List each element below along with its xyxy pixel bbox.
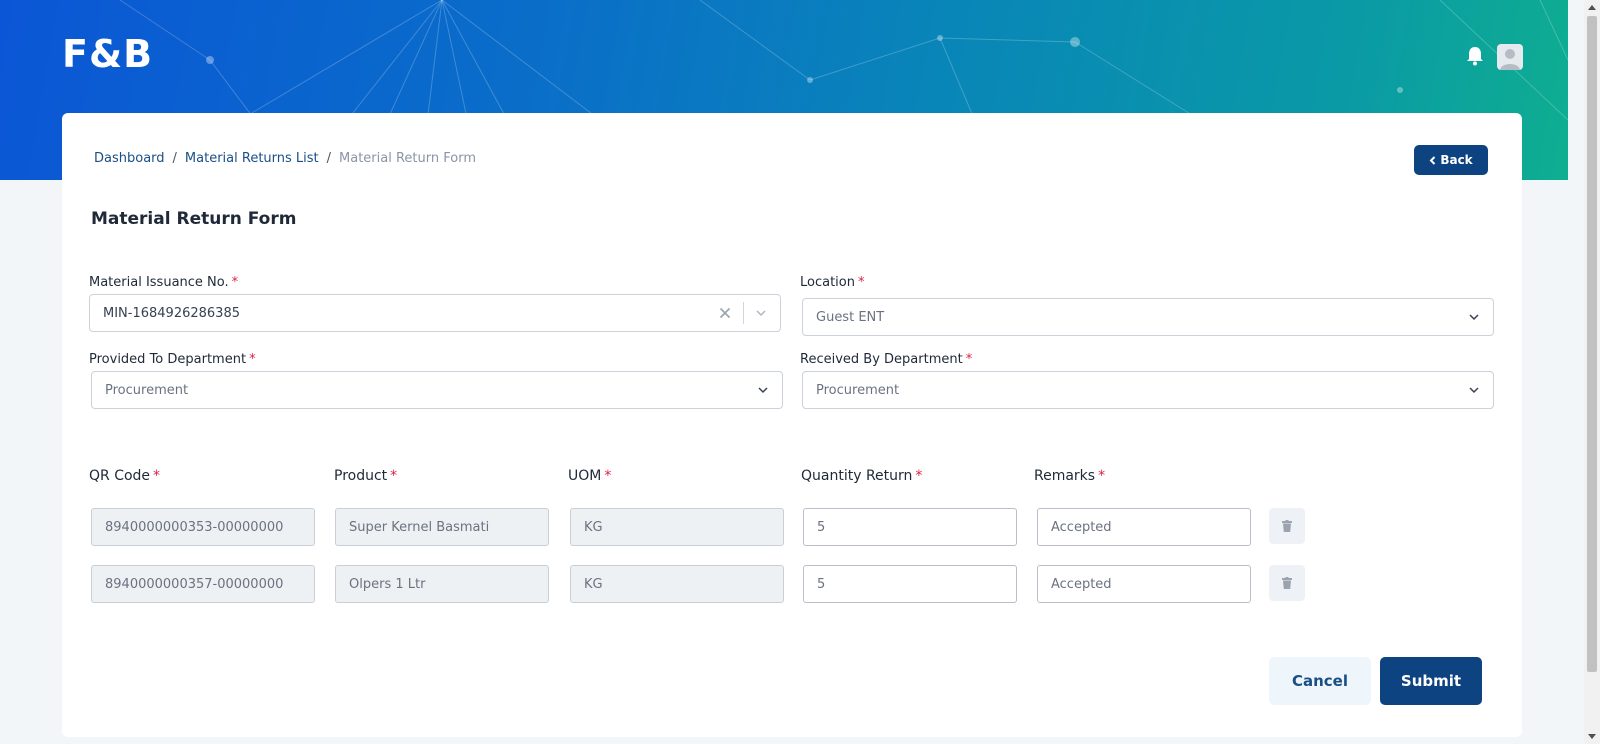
delete-row-button[interactable] [1269,565,1305,601]
select-divider [743,302,744,324]
submit-button[interactable]: Submit [1380,657,1482,705]
breadcrumb-separator: / [326,151,332,166]
chevron-down-icon[interactable] [756,308,766,318]
product-field[interactable]: Olpers 1 Ltr [335,565,549,603]
location-label: Location * [800,275,864,290]
trash-icon [1282,520,1292,532]
scroll-up-icon[interactable] [1588,5,1596,10]
quantity-return-input[interactable]: 5 [803,508,1017,546]
required-mark: * [231,275,239,290]
back-button[interactable]: Back [1414,145,1488,175]
column-header-qr-code: QR Code * [89,468,160,484]
form-card: Dashboard / Material Returns List / Mate… [62,113,1522,737]
clear-icon[interactable] [719,307,731,319]
breadcrumb-separator: / [172,151,177,166]
received-by-label: Received By Department * [800,352,972,367]
column-header-uom: UOM * [568,468,611,484]
material-issuance-label: Material Issuance No. * [89,275,238,290]
received-by-select[interactable]: Procurement [802,371,1494,409]
provided-to-select[interactable]: Procurement [91,371,783,409]
remarks-input[interactable]: Accepted [1037,508,1251,546]
avatar-icon[interactable] [1497,44,1523,70]
chevron-left-icon [1429,155,1436,165]
required-mark: * [1098,468,1106,484]
required-mark: * [915,468,923,484]
scroll-down-icon[interactable] [1588,734,1596,739]
material-issuance-label-text: Material Issuance No. [89,275,229,290]
back-button-label: Back [1440,153,1473,167]
required-mark: * [153,468,161,484]
quantity-return-input[interactable]: 5 [803,565,1017,603]
provided-to-value: Procurement [105,382,189,398]
received-by-label-text: Received By Department [800,352,963,367]
page-title: Material Return Form [91,209,297,229]
breadcrumb: Dashboard / Material Returns List / Mate… [94,151,476,166]
column-header-product: Product * [334,468,397,484]
breadcrumb-material-returns-list[interactable]: Material Returns List [185,151,319,166]
product-field[interactable]: Super Kernel Basmati [335,508,549,546]
column-header-text: Remarks [1034,468,1096,484]
chevron-down-icon[interactable] [1469,312,1479,322]
column-header-remarks: Remarks * [1034,468,1105,484]
column-header-text: Quantity Return [801,468,913,484]
provided-to-label-text: Provided To Department [89,352,247,367]
column-header-text: Product [334,468,388,484]
required-mark: * [390,468,398,484]
material-issuance-value: MIN-1684926286385 [103,305,240,321]
required-mark: * [604,468,612,484]
uom-field[interactable]: KG [570,565,784,603]
location-label-text: Location [800,275,855,290]
trash-icon [1282,577,1292,589]
chevron-down-icon[interactable] [758,385,768,395]
remarks-input[interactable]: Accepted [1037,565,1251,603]
column-header-text: QR Code [89,468,151,484]
uom-field[interactable]: KG [570,508,784,546]
bell-icon[interactable] [1466,46,1484,66]
scrollbar-thumb[interactable] [1587,16,1597,672]
qr-code-field[interactable]: 8940000000353-00000000 [91,508,315,546]
delete-row-button[interactable] [1269,508,1305,544]
required-mark: * [965,352,973,367]
chevron-down-icon[interactable] [1469,385,1479,395]
provided-to-label: Provided To Department * [89,352,256,367]
page-scrollbar[interactable] [1584,0,1600,744]
column-header-text: UOM [568,468,602,484]
material-issuance-select[interactable]: MIN-1684926286385 [89,294,781,332]
qr-code-field[interactable]: 8940000000357-00000000 [91,565,315,603]
location-value: Guest ENT [816,309,885,325]
breadcrumb-current: Material Return Form [339,151,476,166]
breadcrumb-dashboard[interactable]: Dashboard [94,151,165,166]
location-select[interactable]: Guest ENT [802,298,1494,336]
column-header-quantity-return: Quantity Return * [801,468,922,484]
received-by-value: Procurement [816,382,900,398]
required-mark: * [249,352,256,367]
required-mark: * [857,275,865,290]
cancel-button[interactable]: Cancel [1269,657,1371,705]
app-logo[interactable]: F&B [62,32,153,76]
